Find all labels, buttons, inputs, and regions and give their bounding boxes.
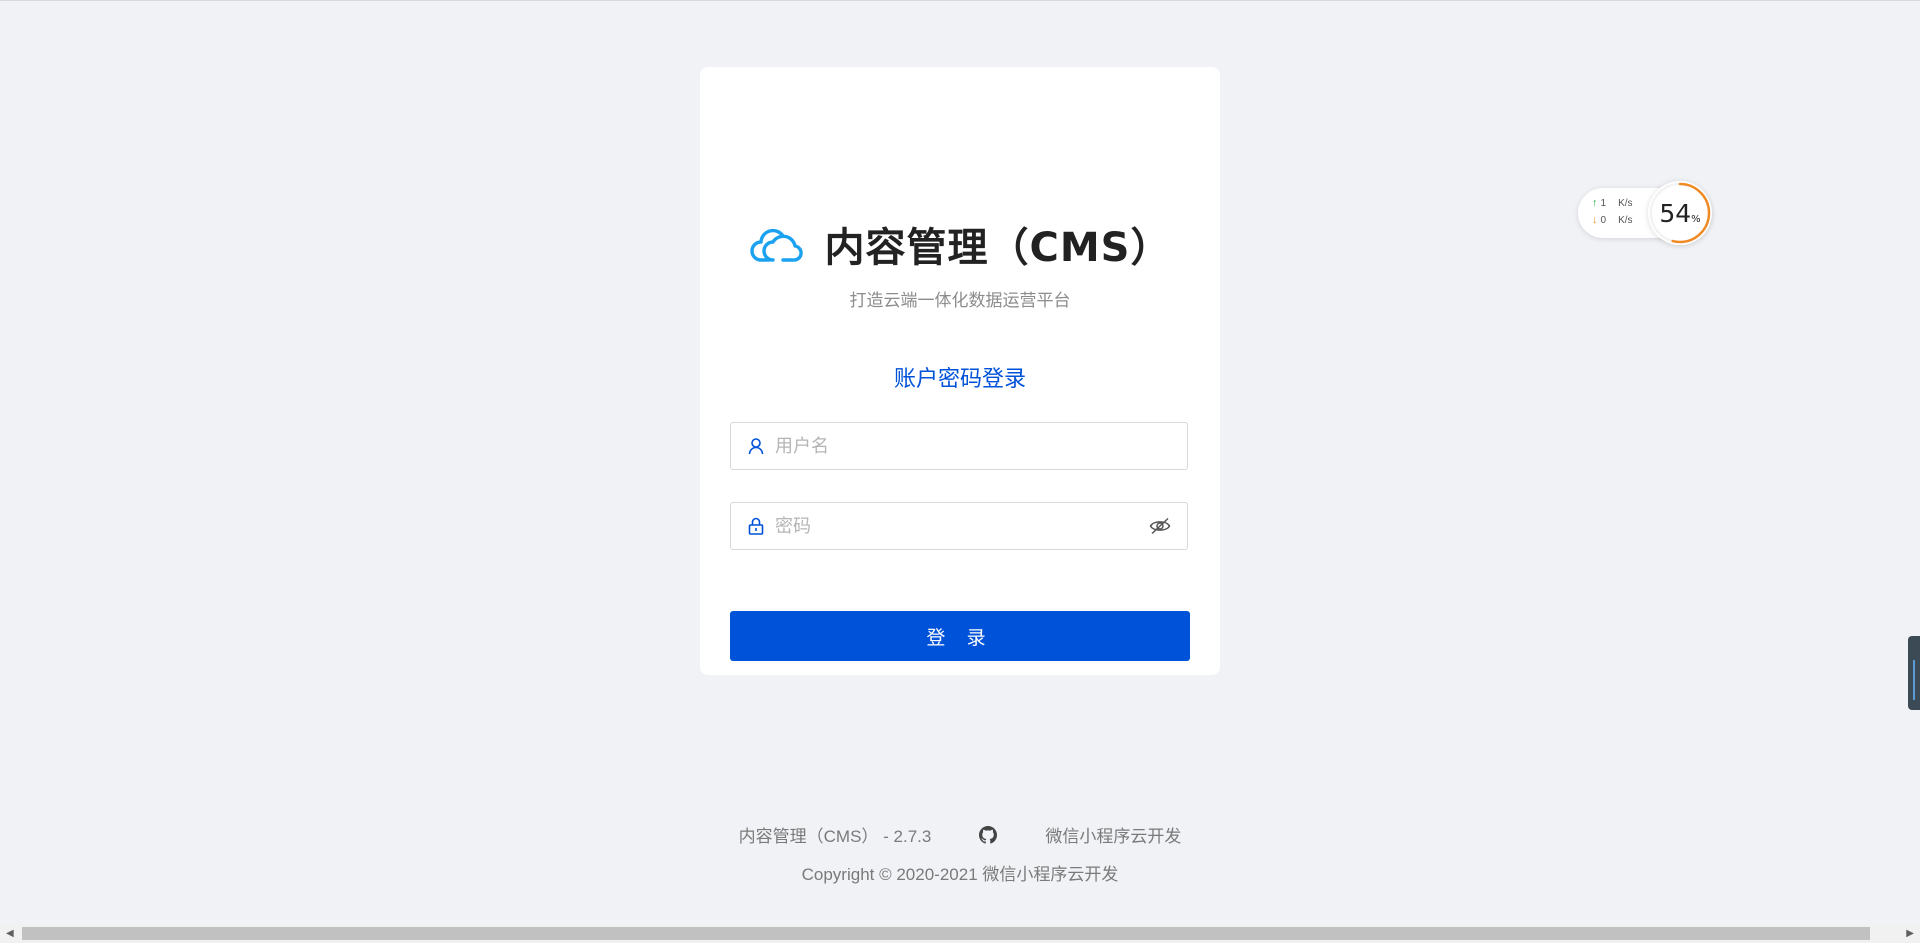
eye-off-icon[interactable] [1147,513,1173,539]
top-border [0,0,1920,1]
wechat-cloud-link[interactable]: 微信小程序云开发 [1045,822,1181,847]
download-speed: ↓ 0 K/s [1592,214,1633,226]
scroll-right-icon[interactable]: ▶ [1906,928,1914,939]
horizontal-scrollbar[interactable]: ◀ ▶ [0,924,1920,943]
arrow-down-icon: ↓ [1592,214,1598,226]
login-tab-account-password[interactable]: 账户密码登录 [700,361,1220,393]
version-text: 内容管理（CMS） - 2.7.3 [738,827,932,846]
download-unit: K/s [1618,214,1633,226]
handle-grip [1913,660,1915,700]
copyright-text: Copyright © 2020-2021 微信小程序云开发 [801,865,1119,884]
cloud-icon [749,228,803,262]
upload-unit: K/s [1618,197,1633,209]
upload-speed: ↑ 1 K/s [1592,197,1633,209]
scrollbar-thumb[interactable] [22,927,1870,940]
brand-header: 内容管理（CMS） [700,215,1220,273]
memory-gauge[interactable]: 54% [1648,181,1712,245]
lock-icon [745,515,767,537]
scroll-left-icon[interactable]: ◀ [6,928,14,939]
page-subtitle: 打造云端一体化数据运营平台 [849,291,1071,310]
username-input[interactable] [773,434,1187,458]
page-title: 内容管理（CMS） [824,225,1172,271]
download-value: 0 [1600,214,1607,226]
password-input[interactable] [773,514,1147,538]
side-drawer-handle[interactable] [1908,636,1920,710]
login-button[interactable]: 登 录 [730,611,1190,661]
user-icon [745,435,767,457]
arrow-up-icon: ↑ [1592,197,1598,209]
password-field[interactable] [730,502,1188,550]
footer-links: 内容管理（CMS） - 2.7.3 微信小程序云开发 [0,822,1920,847]
login-card: 内容管理（CMS） 打造云端一体化数据运营平台 账户密码登录 用户名 登 录 [700,67,1220,675]
username-field[interactable] [730,422,1188,470]
upload-value: 1 [1600,197,1607,209]
github-icon[interactable] [979,825,998,844]
gauge-percent: 54% [1659,199,1701,228]
